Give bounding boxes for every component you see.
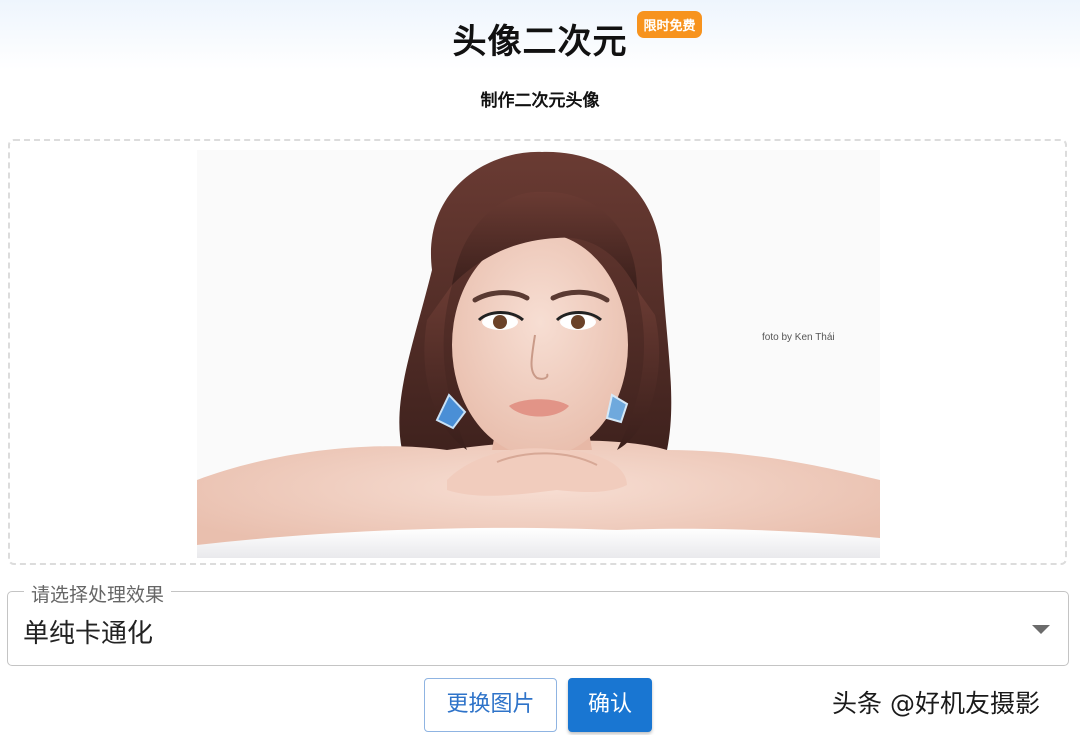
page-title-wrap: 头像二次元 限时免费	[452, 11, 702, 63]
page-subtitle: 制作二次元头像	[480, 91, 600, 111]
free-badge: 限时免费	[637, 11, 702, 38]
page-title-row: 头像二次元 限时免费	[0, 11, 1080, 63]
photo-credit: foto by Ken Thái	[762, 332, 835, 343]
dropdown-arrow-icon[interactable]	[1032, 625, 1050, 634]
preview-image: foto by Ken Thái	[197, 150, 880, 558]
effect-select-value[interactable]: 单纯卡通化	[23, 613, 153, 650]
page: 头像二次元 限时免费 制作二次元头像 foto by Ken Thái 请选择处…	[0, 0, 1080, 735]
source-watermark: 头条 @好机友摄影	[832, 689, 1040, 718]
change-image-button[interactable]: 更换图片	[424, 678, 557, 732]
effect-select-label: 请选择处理效果	[24, 580, 172, 607]
header: 头像二次元 限时免费	[0, 0, 1080, 70]
page-title: 头像二次元	[452, 22, 628, 62]
effect-select[interactable]: 请选择处理效果 单纯卡通化	[7, 580, 1069, 666]
portrait-illustration	[197, 150, 880, 558]
confirm-button[interactable]: 确认	[568, 678, 652, 732]
